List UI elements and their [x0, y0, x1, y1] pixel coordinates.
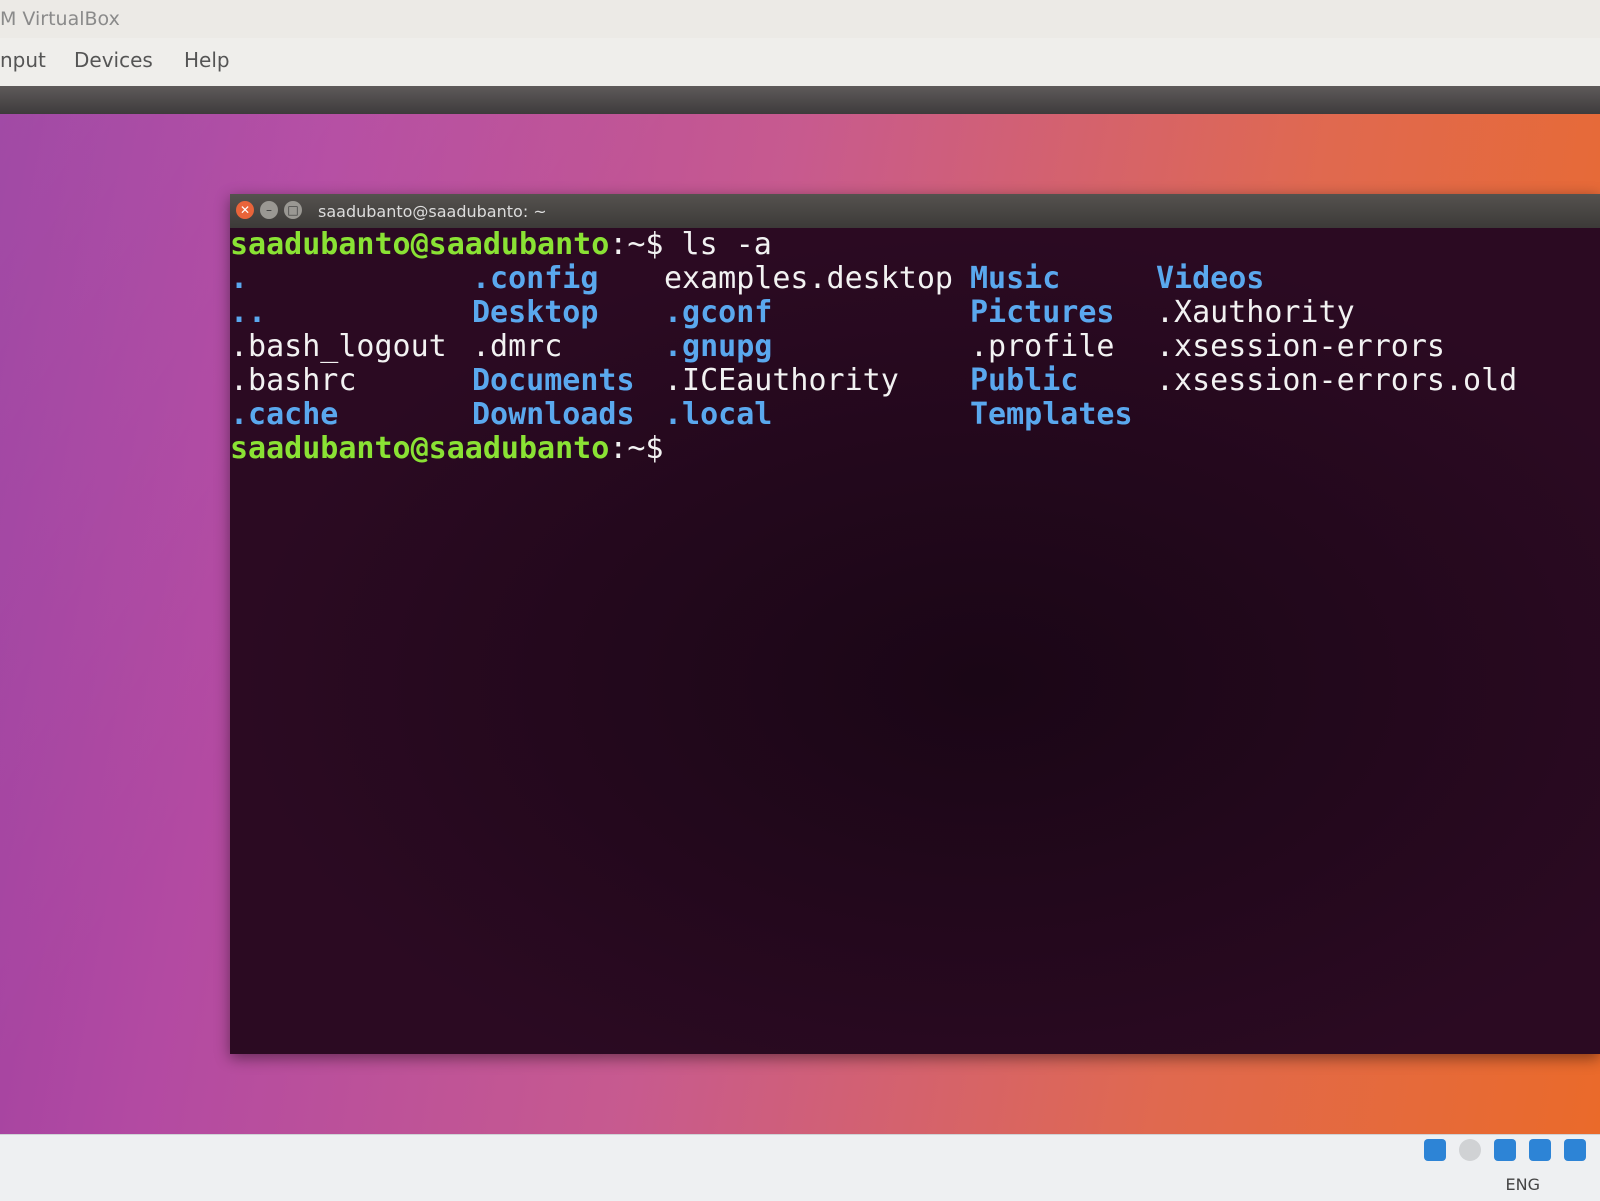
directory-entry: Templates — [970, 397, 1133, 432]
directory-entry: .local — [664, 397, 773, 432]
directory-entry: .cache — [230, 397, 339, 432]
record-icon[interactable] — [1458, 1139, 1481, 1161]
virtualbox-menu-bar: nput Devices Help — [0, 38, 1600, 87]
directory-entry: Public — [970, 363, 1079, 398]
current-prompt-line: saadubanto@saadubanto:~$ — [230, 432, 663, 466]
terminal-title-bar[interactable]: ✕ – □ saadubanto@saadubanto: ~ — [230, 194, 1600, 228]
directory-entry: .. — [230, 295, 267, 330]
maximize-icon[interactable]: □ — [284, 201, 302, 219]
pen-icon[interactable] — [1564, 1139, 1586, 1161]
network-icon[interactable] — [1423, 1139, 1446, 1161]
virtualbox-title-bar: M VirtualBox — [0, 0, 1600, 38]
file-entry: .Xauthority — [1156, 295, 1355, 330]
file-entry: .bashrc — [230, 363, 357, 398]
prompt-user: saadubanto@saadubanto — [230, 431, 610, 466]
terminal-window[interactable]: ✕ – □ saadubanto@saadubanto: ~ saadubant… — [230, 194, 1600, 1054]
menu-help[interactable]: Help — [184, 48, 230, 72]
prompt-suffix: :~$ — [609, 431, 664, 466]
directory-entry: .gconf — [664, 295, 773, 330]
directory-entry: Desktop — [472, 295, 599, 330]
file-entry: .xsession-errors — [1156, 329, 1445, 364]
display-icon[interactable] — [1528, 1139, 1551, 1161]
audio-icon[interactable] — [1493, 1139, 1516, 1161]
terminal-title: saadubanto@saadubanto: ~ — [318, 202, 547, 221]
directory-entry: . — [230, 261, 249, 296]
menu-input[interactable]: nput — [0, 48, 46, 72]
directory-entry: Downloads — [472, 397, 635, 432]
file-entry: .profile — [970, 329, 1115, 364]
directory-entry: .config — [472, 261, 599, 296]
command-line: saadubanto@saadubanto:~$ ls -a — [230, 228, 772, 262]
command-text: ls -a — [663, 227, 772, 262]
file-entry: .dmrc — [472, 329, 563, 364]
minimize-icon[interactable]: – — [260, 201, 278, 219]
directory-entry: .gnupg — [664, 329, 773, 364]
window-title: M VirtualBox — [0, 8, 120, 30]
vm-display-top-bar — [0, 86, 1600, 114]
host-taskbar: ENG — [0, 1134, 1600, 1201]
directory-entry: Music — [970, 261, 1061, 296]
menu-devices[interactable]: Devices — [74, 48, 153, 72]
file-entry: examples.desktop — [664, 261, 953, 296]
file-entry: .xsession-errors.old — [1156, 363, 1518, 398]
ubuntu-desktop: ✕ – □ saadubanto@saadubanto: ~ saadubant… — [0, 114, 1600, 1134]
directory-entry: Documents — [472, 363, 635, 398]
file-entry: .bash_logout — [230, 329, 447, 364]
file-entry: .ICEauthority — [664, 363, 899, 398]
terminal-output[interactable]: saadubanto@saadubanto:~$ ls -a ... .bash_… — [230, 228, 1600, 1054]
system-tray — [1416, 1139, 1586, 1171]
directory-entry: Pictures — [970, 295, 1115, 330]
language-indicator[interactable]: ENG — [1506, 1175, 1540, 1194]
close-icon[interactable]: ✕ — [236, 201, 254, 219]
directory-entry: Videos — [1156, 261, 1265, 296]
prompt-suffix: :~$ — [609, 227, 664, 262]
prompt-user: saadubanto@saadubanto — [230, 227, 610, 262]
